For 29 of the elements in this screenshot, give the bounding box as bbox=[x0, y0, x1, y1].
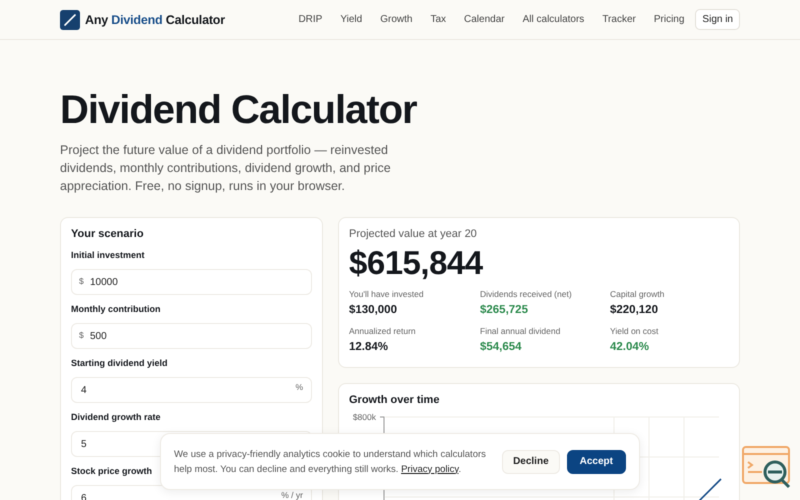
stat-value: $265,725 bbox=[480, 303, 529, 318]
stat-value: $220,120 bbox=[610, 303, 659, 318]
field-label: Starting dividend yield bbox=[71, 357, 168, 369]
currency-symbol: $ bbox=[79, 331, 84, 340]
stat-label: Capital growth bbox=[610, 289, 666, 300]
card-title: Projected value at year 20 bbox=[349, 227, 478, 241]
stat-label: Final annual dividend bbox=[480, 326, 562, 337]
field-label: Monthly contribution bbox=[71, 303, 160, 315]
stat-label: Annualized return bbox=[349, 326, 417, 337]
stat-value: $54,654 bbox=[480, 340, 523, 355]
unit-label: % / yr bbox=[281, 491, 303, 500]
page-title: Dividend Calculator bbox=[60, 87, 418, 134]
stat-label: Yield on cost bbox=[610, 326, 660, 337]
stat-value: 12.84% bbox=[349, 340, 390, 355]
projected-value: $615,844 bbox=[349, 245, 484, 281]
axis-tick-label: $800k bbox=[352, 412, 376, 422]
field-label: Initial investment bbox=[71, 249, 145, 261]
field-label: Stock price growth bbox=[71, 465, 152, 477]
cookie-notice: We use a privacy-friendly analytics cookie to understand which calculators help most. You can decline and everything still works. Privacy policy. bbox=[174, 448, 487, 476]
card-title: Growth over time bbox=[349, 393, 440, 407]
currency-symbol: $ bbox=[79, 277, 84, 286]
page-subtitle: Project the future value of a dividend portfolio — reinvested dividends, monthly contributions, dividend growth, and price appreciation. Free, no signup, runs in your browser. bbox=[60, 142, 392, 195]
card-title: Your scenario bbox=[71, 227, 145, 241]
stat-value: $130,000 bbox=[349, 303, 398, 318]
unit-label: % bbox=[295, 383, 303, 392]
stat-label: Dividends received (net) bbox=[480, 289, 573, 300]
field-label: Dividend growth rate bbox=[71, 411, 161, 423]
stat-label: You'll have invested bbox=[349, 289, 425, 300]
stat-value: 42.04% bbox=[610, 340, 650, 355]
